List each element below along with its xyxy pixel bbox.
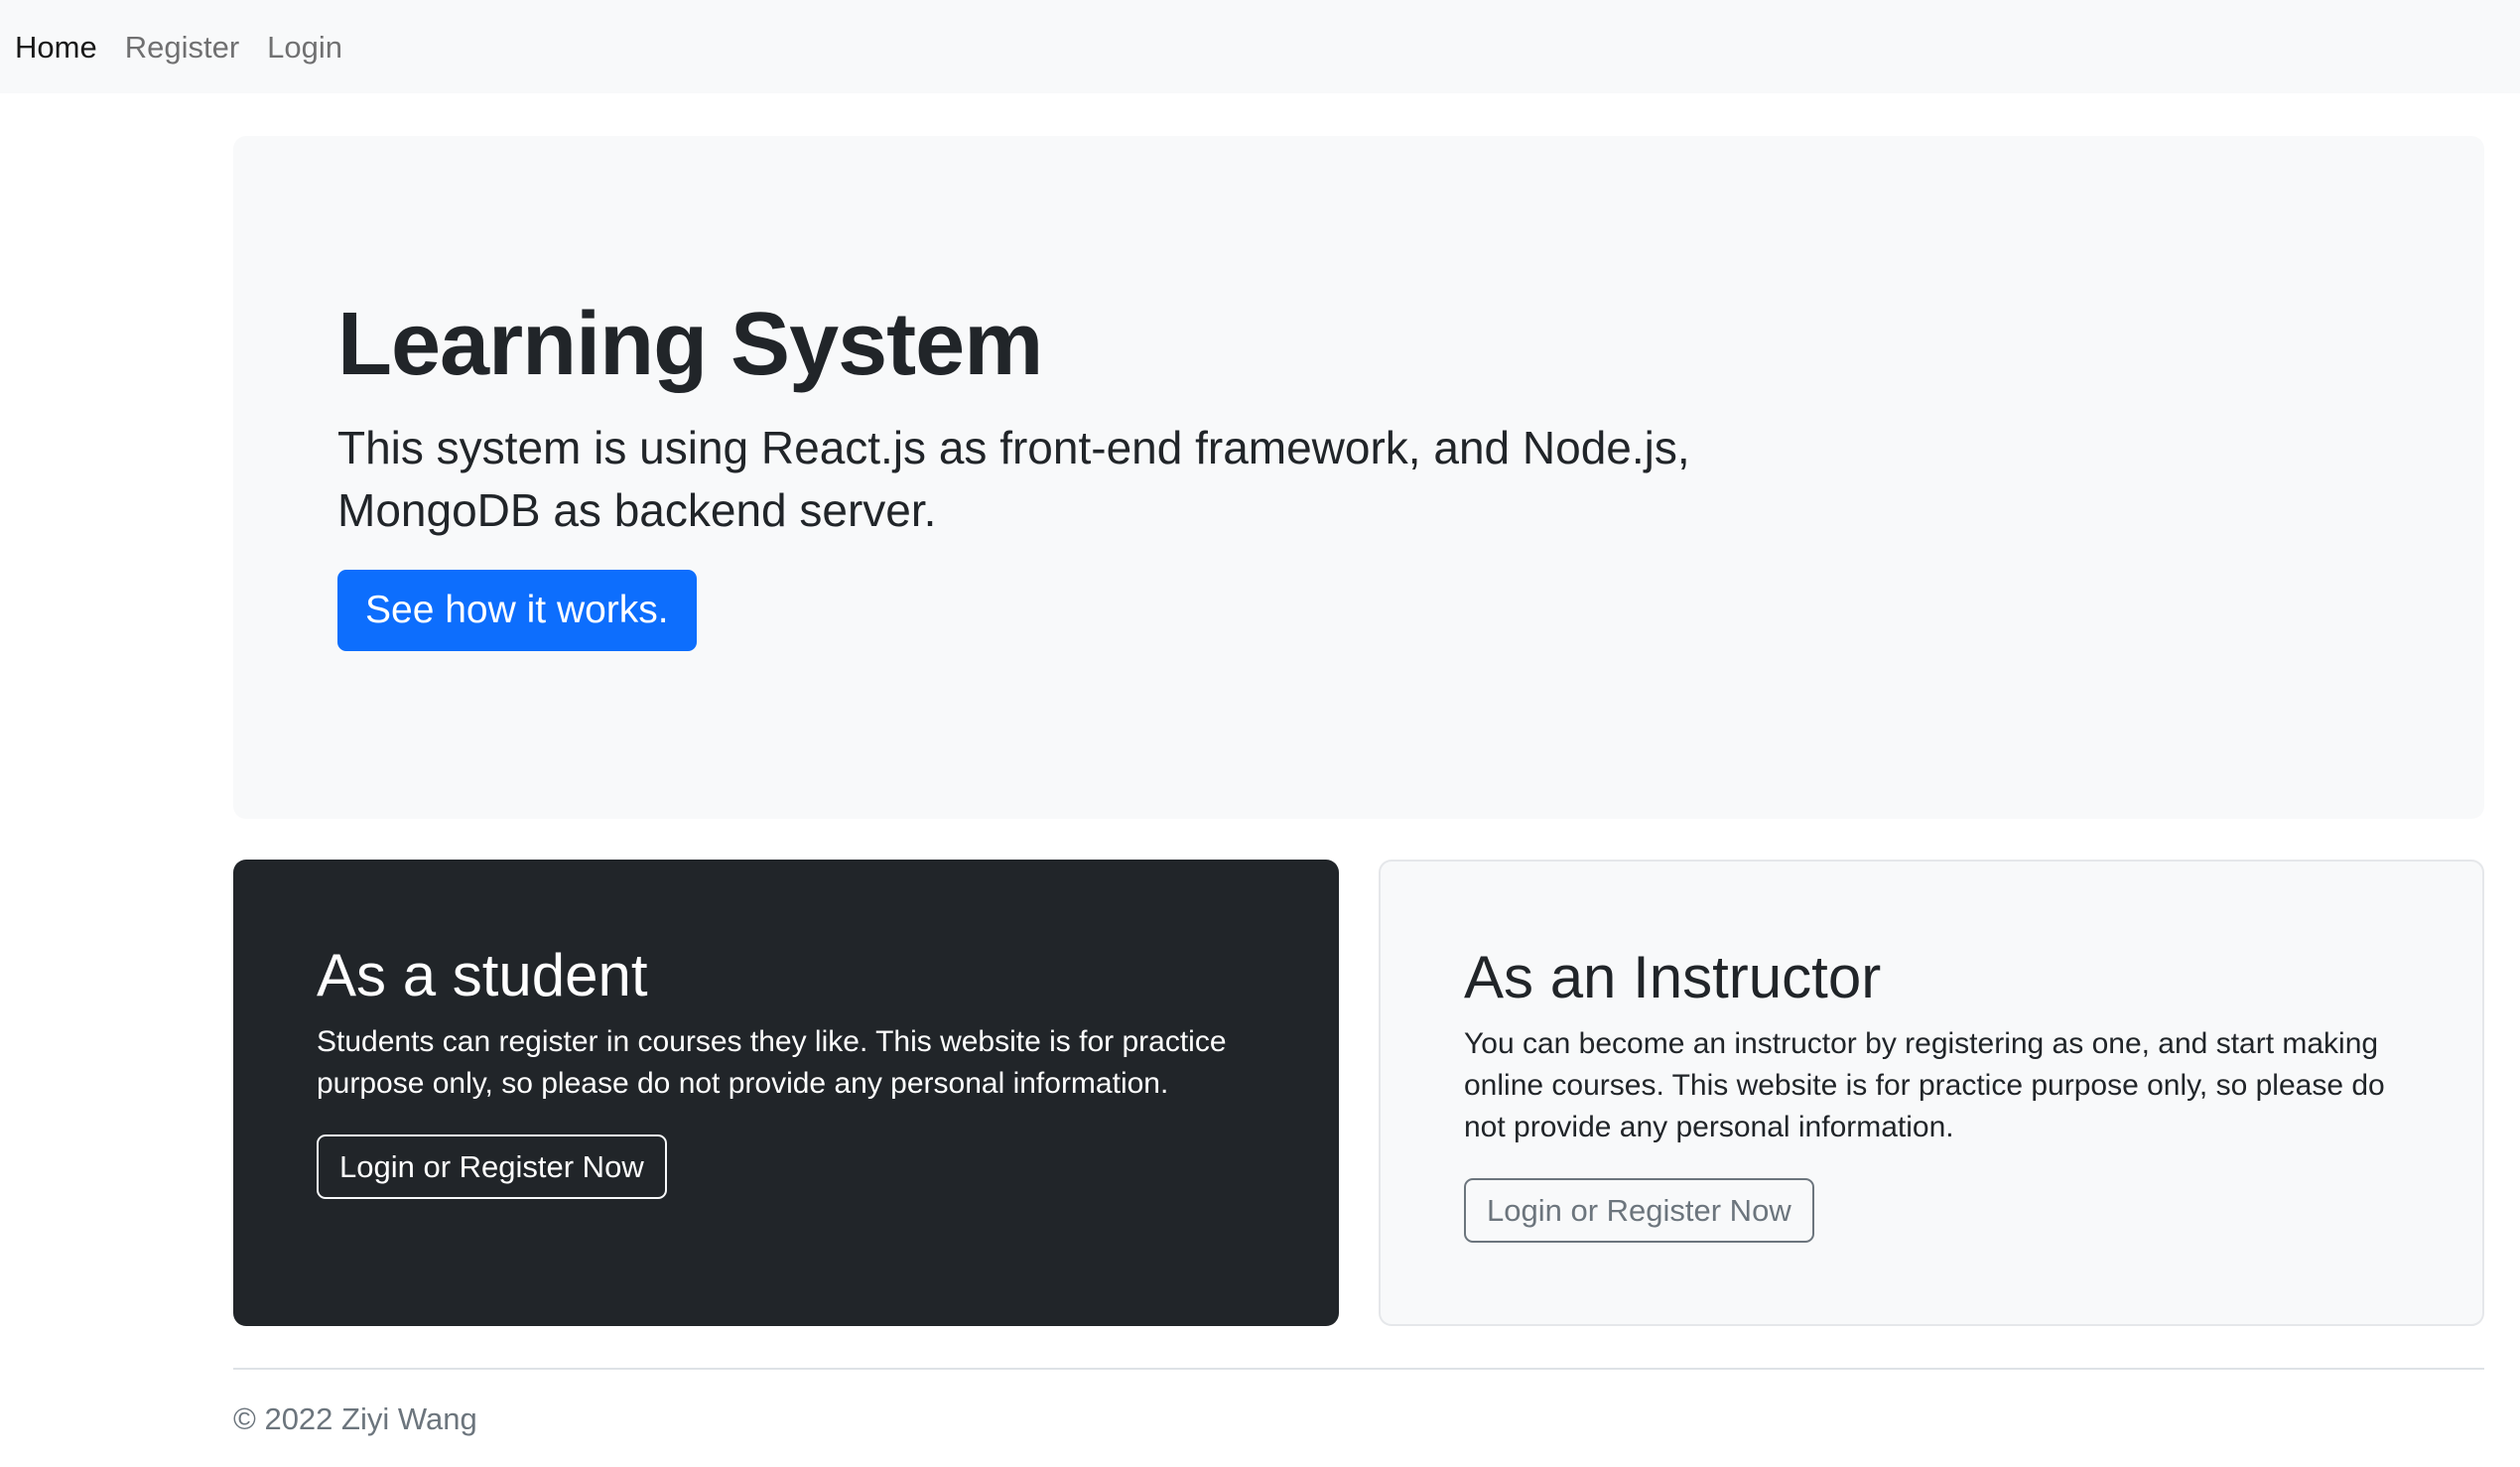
hero-description: This system is using React.js as front-e… bbox=[337, 422, 1690, 536]
footer-copyright: © 2022 Ziyi Wang bbox=[233, 1401, 477, 1436]
nav-link-login[interactable]: Login bbox=[267, 32, 342, 63]
instructor-login-register-button[interactable]: Login or Register Now bbox=[1464, 1178, 1814, 1243]
instructor-card-title: As an Instructor bbox=[1464, 944, 1882, 1010]
see-how-it-works-button[interactable]: See how it works. bbox=[337, 570, 697, 651]
nav-link-register[interactable]: Register bbox=[125, 32, 239, 63]
student-login-register-button[interactable]: Login or Register Now bbox=[317, 1134, 667, 1199]
instructor-card-text: You can become an instructor by register… bbox=[1464, 1027, 2385, 1143]
page-title: Learning System bbox=[337, 295, 1043, 394]
footer-divider bbox=[233, 1368, 2484, 1370]
instructor-card: As an Instructor You can become an instr… bbox=[1379, 860, 2484, 1326]
student-card-text: Students can register in courses they li… bbox=[317, 1025, 1227, 1100]
nav-link-home[interactable]: Home bbox=[15, 32, 97, 63]
student-card: As a student Students can register in co… bbox=[233, 860, 1339, 1326]
hero-section: Learning System This system is using Rea… bbox=[233, 136, 2484, 819]
top-navbar: Home Register Login bbox=[0, 0, 2520, 93]
student-card-title: As a student bbox=[317, 942, 648, 1008]
